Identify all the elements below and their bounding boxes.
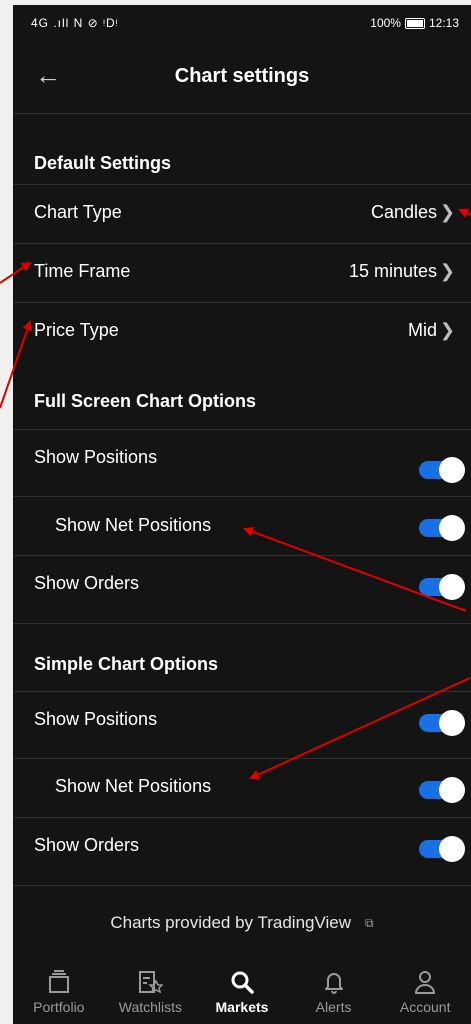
tab-account[interactable]: Account bbox=[379, 965, 471, 1024]
status-right: 100% 12:13 bbox=[370, 16, 459, 30]
fs-show-net-positions-toggle[interactable] bbox=[419, 515, 465, 541]
fs-show-positions-label: Show Positions bbox=[34, 447, 158, 467]
sc-show-orders-row: Show Orders bbox=[13, 818, 471, 886]
tab-watchlists-label: Watchlists bbox=[118, 999, 183, 1015]
sc-show-orders-label: Show Orders bbox=[34, 835, 140, 855]
phone-screen: 4G .ıll N ⊘ ᵎDᵎ 100% 12:13 ← Chart setti… bbox=[13, 5, 471, 1024]
tradingview-note-text: Charts provided by TradingView bbox=[110, 913, 352, 932]
battery-icon bbox=[404, 17, 425, 29]
tab-markets[interactable]: Markets bbox=[196, 965, 288, 1024]
clock: 12:13 bbox=[428, 16, 459, 30]
time-frame-label: Time Frame bbox=[34, 261, 131, 281]
chart-type-value: Candles bbox=[370, 202, 437, 222]
tab-portfolio-label: Portfolio bbox=[33, 999, 85, 1015]
tab-portfolio[interactable]: Portfolio bbox=[13, 965, 105, 1024]
sc-show-orders-toggle[interactable] bbox=[419, 836, 465, 862]
section-simple-chart-options: Simple Chart Options bbox=[13, 624, 471, 692]
bell-icon bbox=[321, 965, 347, 999]
chart-type-row[interactable]: Chart Type Candles ❯ bbox=[13, 185, 471, 244]
bottom-tab-bar: Portfolio Watchlists Markets Alerts Acco… bbox=[13, 965, 471, 1024]
chevron-right-icon: ❯ bbox=[439, 202, 455, 222]
person-icon bbox=[412, 965, 438, 999]
search-icon bbox=[229, 965, 255, 999]
sc-show-net-positions-row: Show Net Positions bbox=[13, 759, 471, 818]
status-bar: 4G .ıll N ⊘ ᵎDᵎ 100% 12:13 bbox=[13, 5, 471, 41]
fs-show-positions-toggle[interactable] bbox=[419, 457, 465, 483]
price-type-row[interactable]: Price Type Mid ❯ bbox=[13, 303, 471, 362]
section-full-screen-options: Full Screen Chart Options bbox=[13, 362, 471, 430]
chart-type-label: Chart Type bbox=[34, 202, 122, 222]
time-frame-value: 15 minutes bbox=[348, 261, 437, 281]
sc-show-net-positions-label: Show Net Positions bbox=[55, 776, 212, 796]
fs-show-orders-row: Show Orders bbox=[13, 556, 471, 624]
fs-show-positions-row: Show Positions bbox=[13, 430, 471, 497]
fs-show-orders-label: Show Orders bbox=[34, 573, 140, 593]
tab-alerts[interactable]: Alerts bbox=[288, 965, 380, 1024]
sc-show-net-positions-toggle[interactable] bbox=[419, 777, 465, 803]
sc-show-positions-toggle[interactable] bbox=[419, 710, 465, 736]
chevron-right-icon: ❯ bbox=[439, 261, 455, 281]
sc-show-positions-label: Show Positions bbox=[34, 709, 158, 729]
tab-markets-label: Markets bbox=[215, 999, 269, 1015]
watchlist-icon bbox=[137, 965, 164, 999]
tab-watchlists[interactable]: Watchlists bbox=[105, 965, 197, 1024]
battery-percent: 100% bbox=[370, 16, 401, 30]
fs-show-net-positions-row: Show Net Positions bbox=[13, 497, 471, 556]
time-frame-row[interactable]: Time Frame 15 minutes ❯ bbox=[13, 244, 471, 303]
section-heading: Default Settings bbox=[34, 153, 172, 173]
fs-show-orders-toggle[interactable] bbox=[419, 574, 465, 600]
fs-show-net-positions-label: Show Net Positions bbox=[55, 515, 212, 535]
section-heading: Simple Chart Options bbox=[34, 654, 219, 674]
signal-icons: 4G .ıll N ⊘ ᵎDᵎ bbox=[31, 16, 119, 30]
price-type-value: Mid bbox=[407, 320, 437, 340]
sc-show-positions-row: Show Positions bbox=[13, 692, 471, 759]
external-link-icon: ⧉ bbox=[365, 916, 374, 931]
price-type-label: Price Type bbox=[34, 320, 119, 340]
app-header: ← Chart settings bbox=[13, 41, 471, 114]
tab-account-label: Account bbox=[399, 999, 451, 1015]
tradingview-note[interactable]: Charts provided by TradingView ⧉ bbox=[13, 913, 471, 933]
section-heading: Full Screen Chart Options bbox=[34, 391, 257, 411]
tab-alerts-label: Alerts bbox=[315, 999, 352, 1015]
chevron-right-icon: ❯ bbox=[439, 320, 455, 340]
section-default-settings: Default Settings bbox=[13, 114, 471, 185]
page-title: Chart settings bbox=[174, 65, 310, 87]
portfolio-icon bbox=[46, 965, 72, 999]
